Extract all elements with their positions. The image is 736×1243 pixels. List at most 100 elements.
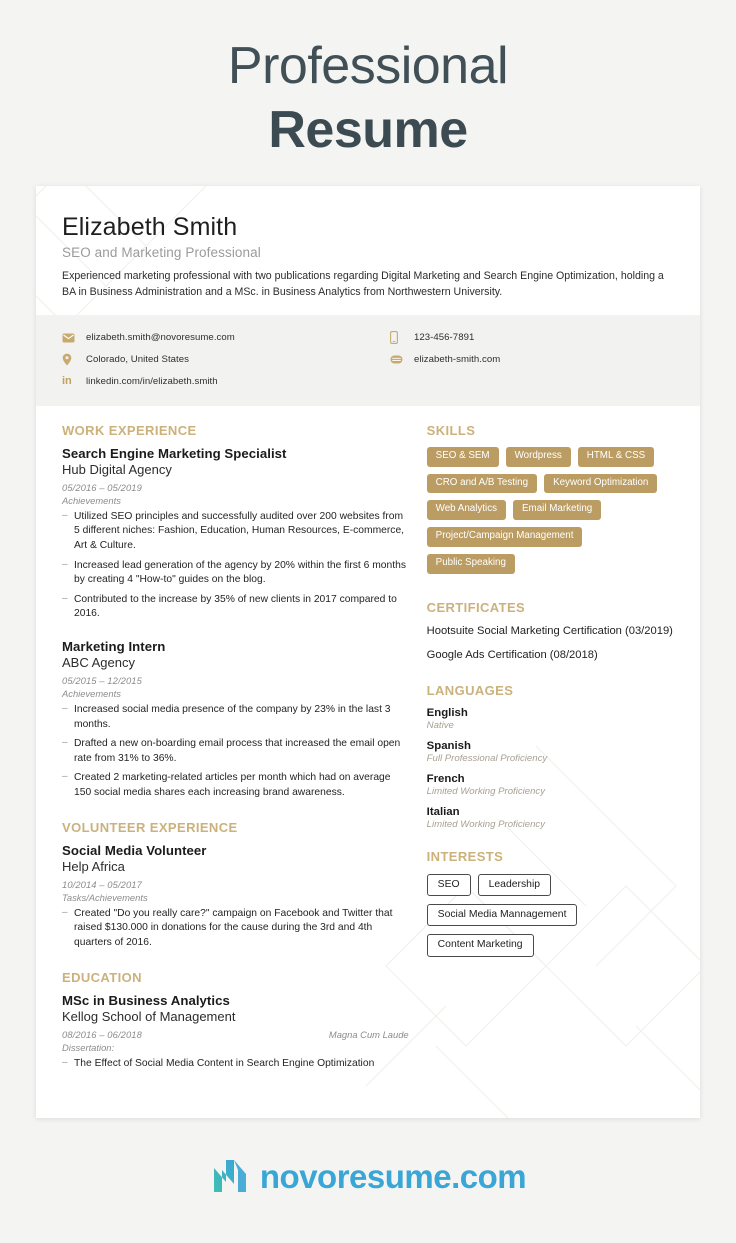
volunteer-entry-org: Help Africa [62, 858, 125, 874]
contact-linkedin[interactable]: in linkedin.com/in/elizabeth.smith [62, 371, 368, 393]
resume-document: Elizabeth Smith SEO and Marketing Profes… [36, 186, 700, 1118]
work-entry: Search Engine Marketing Specialist Hub D… [62, 446, 409, 622]
skill-tag: Keyword Optimization [544, 473, 658, 494]
section-work-experience: WORK EXPERIENCE Search Engine Marketing … [62, 423, 409, 801]
contact-column-right: 123-456-7891 elizabeth-smith.com [368, 327, 674, 393]
contact-website-text: elizabeth-smith.com [414, 354, 501, 366]
language-level: Limited Working Proficiency [426, 785, 546, 797]
education-entry-sublabel: Dissertation: [62, 1041, 115, 1053]
section-interests: INTERESTS SEO Leadership Social Media Ma… [426, 848, 674, 965]
section-heading-work-experience: WORK EXPERIENCE [62, 422, 197, 438]
section-heading-certificates: CERTIFICATES [426, 599, 526, 615]
education-entry-bullets: The Effect of Social Media Content in Se… [62, 1056, 409, 1072]
brand-name: novoresume.com [259, 1157, 527, 1195]
skill-tag-list: SEO & SEM Wordpress HTML & CSS CRO and A… [426, 446, 674, 581]
certificate-item: Hootsuite Social Marketing Certification… [426, 624, 673, 637]
contact-band: elizabeth.smith@novoresume.com Colorado,… [36, 314, 700, 406]
phone-icon [390, 331, 406, 345]
volunteer-entry-sublabel: Tasks/Achievements [62, 891, 148, 903]
language-name: Italian [426, 805, 460, 818]
language-item: Spanish Full Professional Proficiency [427, 740, 674, 764]
work-entry-org: Hub Digital Agency [62, 461, 172, 477]
skill-tag: Project/Campaign Management [426, 527, 583, 547]
contact-email[interactable]: elizabeth.smith@novoresume.com [62, 327, 368, 349]
volunteer-entry-role: Social Media Volunteer [62, 842, 207, 858]
section-certificates: CERTIFICATES Hootsuite Social Marketing … [427, 600, 674, 664]
work-entry-role: Marketing Intern [62, 639, 166, 655]
section-heading-education: EDUCATION [62, 969, 142, 985]
bullet-item: Created 2 marketing-related articles per… [62, 770, 409, 800]
volunteer-entry-date: 10/2014 – 05/2017 [62, 878, 142, 890]
skill-tag: HTML & CSS [577, 446, 655, 467]
contact-website[interactable]: elizabeth-smith.com [390, 349, 674, 371]
work-entry-bullets: Utilized SEO principles and successfully… [62, 509, 409, 622]
interest-tag: SEO [426, 873, 471, 896]
interest-tag: Social Media Mannagement [426, 903, 578, 927]
education-entry-school: Kellog School of Management [62, 1008, 236, 1024]
interest-tag-list: SEO Leadership Social Media Mannagement … [426, 873, 674, 965]
work-entry-meta: 05/2016 – 05/2019 [62, 482, 409, 493]
section-education: EDUCATION MSc in Business Analytics Kell… [62, 970, 409, 1072]
contact-email-text: elizabeth.smith@novoresume.com [86, 332, 235, 344]
section-skills: SKILLS SEO & SEM Wordpress HTML & CSS CR… [426, 422, 674, 581]
education-entry: MSc in Business Analytics Kellog School … [62, 993, 409, 1072]
skill-tag: CRO and A/B Testing [426, 473, 538, 494]
language-name: French [426, 772, 465, 785]
section-heading-interests: INTERESTS [426, 848, 504, 864]
contact-linkedin-text: linkedin.com/in/elizabeth.smith [86, 376, 218, 388]
bullet-item: The Effect of Social Media Content in Se… [62, 1056, 409, 1072]
section-heading-skills: SKILLS [426, 422, 476, 438]
interest-tag: Content Marketing [426, 934, 534, 957]
location-pin-icon [62, 353, 78, 367]
resume-body: WORK EXPERIENCE Search Engine Marketing … [36, 406, 700, 1076]
work-entry-meta: 05/2015 – 12/2015 [62, 675, 409, 686]
envelope-icon [62, 331, 78, 345]
work-entry-date: 05/2016 – 05/2019 [62, 481, 142, 493]
brand-footer[interactable]: novoresume.com [0, 1156, 736, 1196]
section-heading-volunteer-experience: VOLUNTEER EXPERIENCE [62, 819, 238, 835]
page-title: Professional Resume [0, 0, 736, 156]
profile-header: Elizabeth Smith SEO and Marketing Profes… [36, 186, 700, 315]
language-name: English [426, 706, 468, 719]
globe-icon [390, 353, 406, 367]
contact-location[interactable]: Colorado, United States [62, 349, 368, 371]
volunteer-entry-bullets: Created "Do you really care?" campaign o… [62, 906, 409, 951]
volunteer-entry-meta: 10/2014 – 05/2017 [62, 879, 409, 890]
contact-column-left: elizabeth.smith@novoresume.com Colorado,… [62, 327, 368, 393]
work-entry-role: Search Engine Marketing Specialist [62, 445, 287, 461]
language-item: Italian Limited Working Proficiency [427, 806, 674, 830]
education-entry-meta: 08/2016 – 06/2018 Magna Cum Laude [62, 1029, 409, 1040]
contact-location-text: Colorado, United States [86, 354, 190, 366]
bullet-item: Created "Do you really care?" campaign o… [62, 906, 409, 951]
bullet-item: Increased social media presence of the c… [62, 702, 409, 732]
education-entry-honor: Magna Cum Laude [328, 1028, 409, 1040]
right-column: SKILLS SEO & SEM Wordpress HTML & CSS CR… [426, 422, 674, 1076]
education-entry-date: 08/2016 – 06/2018 [62, 1028, 142, 1040]
education-entry-degree: MSc in Business Analytics [62, 992, 230, 1008]
language-item: French Limited Working Proficiency [427, 773, 674, 797]
candidate-name: Elizabeth Smith [62, 213, 238, 241]
interest-tag: Leadership [477, 873, 552, 896]
novoresume-logo-icon [213, 1160, 246, 1192]
section-languages: LANGUAGES English Native Spanish Full Pr… [427, 683, 674, 830]
bullet-item: Utilized SEO principles and successfully… [62, 509, 409, 554]
language-level: Limited Working Proficiency [426, 818, 546, 830]
work-entry-date: 05/2015 – 12/2015 [62, 675, 142, 687]
bullet-item: Drafted a new on-boarding email process … [62, 736, 409, 766]
skill-tag: Wordpress [505, 446, 571, 467]
contact-phone[interactable]: 123-456-7891 [390, 327, 674, 349]
work-entry-sublabel: Achievements [62, 688, 121, 700]
work-entry-bullets: Increased social media presence of the c… [62, 702, 409, 801]
language-level: Native [426, 719, 454, 731]
work-entry-org: ABC Agency [62, 655, 135, 671]
left-column: WORK EXPERIENCE Search Engine Marketing … [62, 423, 427, 1076]
candidate-title: SEO and Marketing Professional [62, 245, 261, 260]
skill-tag: SEO & SEM [426, 446, 499, 467]
language-item: English Native [427, 707, 674, 731]
resume-pin-page: Professional Resume Elizabeth Smith SEO … [0, 0, 736, 1243]
section-heading-languages: LANGUAGES [426, 682, 514, 698]
volunteer-entry: Social Media Volunteer Help Africa 10/20… [62, 843, 409, 951]
contact-phone-text: 123-456-7891 [414, 332, 475, 344]
section-volunteer-experience: VOLUNTEER EXPERIENCE Social Media Volunt… [62, 820, 409, 951]
skill-tag: Email Marketing [513, 500, 602, 521]
